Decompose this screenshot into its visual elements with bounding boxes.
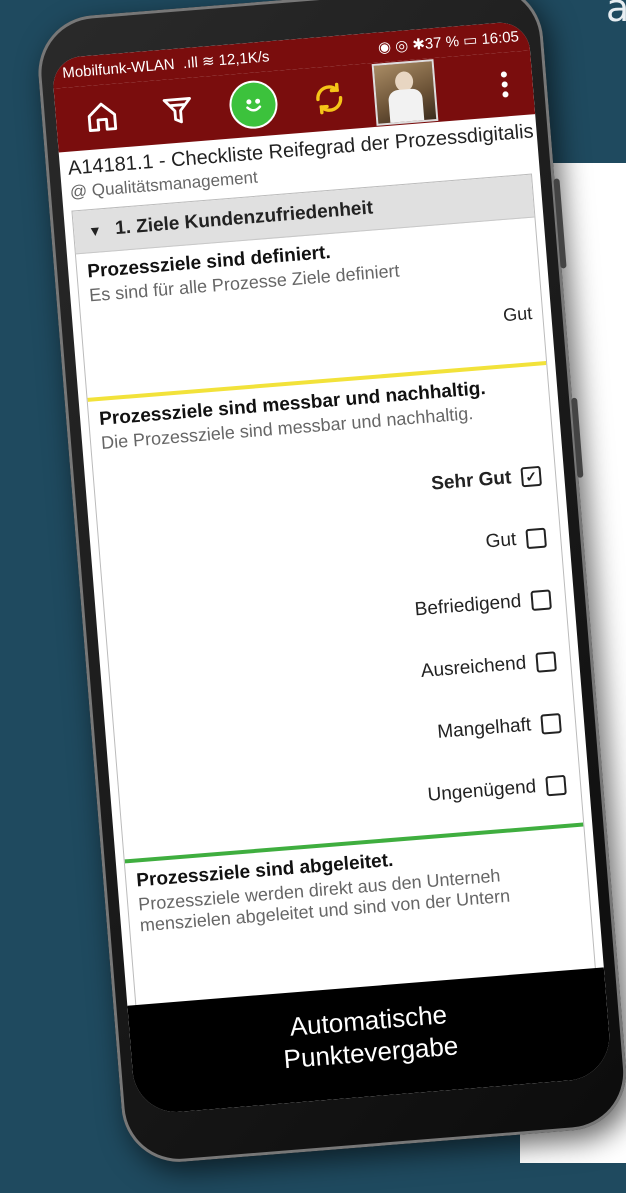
eye-icon: ◎	[394, 37, 409, 56]
option-label: Sehr Gut	[430, 467, 513, 495]
checkbox-icon[interactable]	[530, 589, 552, 611]
battery-percent: 37 %	[424, 33, 460, 53]
battery-icon: ▭	[462, 31, 478, 50]
option-label: Gut	[484, 529, 518, 553]
phone-frame: Mobilfunk-WLAN .ıll ≋ 12,1K/s ◉ ◎ ✱37 % …	[34, 0, 626, 1167]
question-2: Prozessziele sind messbar und nachhaltig…	[88, 365, 583, 859]
option-label: Ungenügend	[426, 776, 537, 806]
phone-screen: Mobilfunk-WLAN .ıll ≋ 12,1K/s ◉ ◎ ✱37 % …	[51, 20, 613, 1116]
checklist-card: ▼ 1. Ziele Kundenzufriedenheit Prozesszi…	[71, 173, 601, 1060]
checkbox-checked-icon[interactable]: ✓	[520, 465, 542, 488]
home-button[interactable]	[62, 86, 142, 148]
avatar	[371, 59, 439, 126]
profile-button[interactable]	[365, 59, 445, 126]
more-vert-icon	[500, 71, 509, 98]
signal-icon: .ıll	[178, 54, 199, 73]
sync-button[interactable]	[289, 68, 369, 130]
clock: 16:05	[480, 28, 520, 49]
nfc-icon: ◉	[377, 38, 392, 57]
checkbox-icon[interactable]	[540, 713, 562, 735]
home-icon	[87, 102, 118, 133]
checkbox-icon[interactable]	[545, 774, 567, 797]
wifi-icon: ≋	[201, 52, 216, 71]
option-label: Befriedigend	[413, 590, 523, 621]
filter-button[interactable]	[138, 80, 218, 142]
option-label: Mangelhaft	[436, 714, 532, 743]
checkbox-icon[interactable]	[525, 527, 547, 550]
background-letter: a	[606, 0, 626, 30]
rating-options: Sehr Gut ✓ Gut Befriedigend Ausreichend	[104, 445, 572, 851]
filter-icon	[162, 97, 191, 124]
sync-icon	[316, 82, 343, 115]
carrier-label: Mobilfunk-WLAN	[61, 55, 176, 82]
option-label: Ausreichend	[420, 652, 528, 683]
smiley-icon	[227, 78, 280, 131]
status-button[interactable]	[213, 74, 293, 136]
more-options-button[interactable]	[483, 55, 527, 114]
checkbox-icon[interactable]	[535, 651, 557, 673]
network-speed: 12,1K/s	[217, 48, 271, 70]
collapse-triangle-icon: ▼	[87, 222, 103, 240]
